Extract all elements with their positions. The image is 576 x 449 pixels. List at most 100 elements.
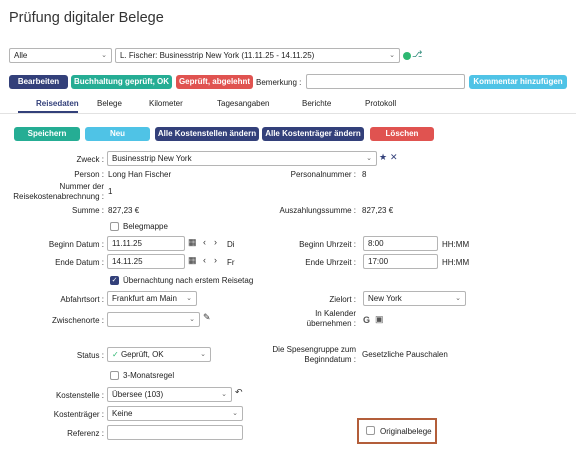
filter-select[interactable]: Alle ⌄ [9,48,112,63]
tree-icon[interactable]: ⎇ [412,49,422,60]
original-receipts-checkbox[interactable] [366,426,375,435]
chevron-down-icon: ⌄ [221,391,227,398]
start-date-input[interactable]: 11.11.25 [107,236,185,251]
purpose-label: Zweck : [76,155,104,164]
overnight-checkbox[interactable]: ✓ [110,276,119,285]
expense-no-label-1: Nummer der [59,182,104,191]
end-date-input[interactable]: 14.11.25 [107,254,185,269]
status-dot-icon [403,52,411,60]
trip-select-value: L. Fischer: Businesstrip New York (11.11… [120,51,315,60]
tab-berichte[interactable]: Berichte [302,99,331,108]
end-time-input[interactable]: 17:00 [363,254,438,269]
stopovers-label: Zwischenorte : [51,316,104,325]
filter-select-value: Alle [14,51,28,60]
start-time-input[interactable]: 8:00 [363,236,438,251]
overnight-label: Übernachtung nach erstem Reisetag [123,276,254,285]
outlook-calendar-icon[interactable]: ▣ [375,314,384,325]
remark-input[interactable] [306,74,465,89]
tab-reisedaten[interactable]: Reisedaten [36,99,79,108]
chevron-right-icon[interactable]: › [214,237,217,247]
destination-select[interactable]: New York ⌄ [363,291,466,306]
chevron-down-icon: ⌄ [101,52,107,59]
end-date-label: Ende Datum : [55,258,104,267]
expense-group-label-2: Beginndatum : [304,355,356,364]
chevron-down-icon: ⌄ [455,295,461,302]
new-button[interactable]: Neu [85,127,150,141]
change-cost-bearers-button[interactable]: Alle Kostenträger ändern [262,127,364,141]
cost-bearer-label: Kostenträger : [53,410,104,419]
payout-value: 827,23 € [362,206,394,215]
calendar-icon[interactable]: ▦ [188,237,197,248]
change-cost-centers-button[interactable]: Alle Kostenstellen ändern [155,127,259,141]
reference-label: Referenz : [67,429,104,438]
save-button[interactable]: Speichern [14,127,80,141]
expense-no-label-2: Reisekostenabrechnung : [13,192,104,201]
start-weekday: Di [227,240,235,249]
reference-input[interactable] [107,425,243,440]
payout-label: Auszahlungssumme : [279,206,356,215]
receipt-folder-checkbox[interactable] [110,222,119,231]
calendar-label-2: übernehmen : [306,319,356,328]
personnel-no-value: 8 [362,170,367,179]
cost-bearer-select[interactable]: Keine ⌄ [107,406,243,421]
end-time-format: HH:MM [442,258,470,267]
star-icon[interactable]: ★ [379,152,387,163]
three-month-rule-checkbox[interactable] [110,371,119,380]
status-label: Status : [76,351,104,360]
calendar-label-1: In Kalender [315,309,356,318]
tab-protokoll[interactable]: Protokoll [365,99,396,108]
status-select[interactable]: ✓ Geprüft, OK ⌄ [107,347,211,362]
departure-label: Abfahrtsort : [60,295,104,304]
sum-label: Summe : [71,206,104,215]
end-time-label: Ende Uhrzeit : [305,258,356,267]
delete-button[interactable]: Löschen [370,127,434,141]
chevron-left-icon[interactable]: ‹ [203,237,206,247]
expense-group-label-1: Die Spesengruppe zum [272,345,356,354]
departure-value: Frankfurt am Main [112,294,177,303]
sum-value: 827,23 € [108,206,140,215]
original-receipts-label: Originalbelege [380,427,432,436]
destination-value: New York [368,294,402,303]
end-weekday: Fr [227,258,235,267]
chevron-down-icon: ⌄ [200,351,206,358]
start-time-label: Beginn Uhrzeit : [299,240,356,249]
tab-belege[interactable]: Belege [97,99,122,108]
personnel-no-label: Personalnummer : [290,170,356,179]
purpose-select[interactable]: Businesstrip New York ⌄ [107,151,377,166]
tab-kilometer[interactable]: Kilometer [149,99,183,108]
start-date-label: Beginn Datum : [48,240,104,249]
chevron-down-icon: ⌄ [389,52,395,59]
pencil-icon[interactable]: ✎ [203,312,211,323]
person-value: Long Han Fischer [108,170,172,179]
reject-button[interactable]: Geprüft, abgelehnt [176,75,253,89]
expense-no-value: 1 [108,187,113,196]
tab-tagesangaben[interactable]: Tagesangaben [217,99,270,108]
calendar-icon[interactable]: ▦ [188,255,197,266]
add-comment-button[interactable]: Kommentar hinzufügen [469,75,567,89]
receipt-folder-label: Belegmappe [123,222,168,231]
tab-divider [0,113,576,114]
start-time-format: HH:MM [442,240,470,249]
undo-icon[interactable]: ↶ [235,387,243,398]
purpose-value: Businesstrip New York [112,154,192,163]
chevron-down-icon: ⌄ [189,316,195,323]
cost-bearer-value: Keine [112,409,133,418]
approve-button[interactable]: Buchhaltung geprüft, OK [71,75,172,89]
google-calendar-icon[interactable]: G [363,315,370,325]
expense-group-value: Gesetzliche Pauschalen [362,350,448,359]
cost-center-label: Kostenstelle : [55,391,104,400]
chevron-right-icon[interactable]: › [214,255,217,265]
page-title: Prüfung digitaler Belege [9,10,164,26]
status-value: Geprüft, OK [120,350,164,359]
remark-label: Bemerkung : [256,78,302,87]
departure-select[interactable]: Frankfurt am Main ⌄ [107,291,197,306]
trip-select[interactable]: L. Fischer: Businesstrip New York (11.11… [115,48,400,63]
edit-button[interactable]: Bearbeiten [9,75,68,89]
stopovers-select[interactable]: ⌄ [107,312,200,327]
cost-center-select[interactable]: Übersee (103) ⌄ [107,387,232,402]
three-month-rule-label: 3-Monatsregel [123,371,175,380]
chevron-down-icon: ⌄ [232,410,238,417]
close-icon[interactable]: ✕ [390,152,398,163]
chevron-left-icon[interactable]: ‹ [203,255,206,265]
person-label: Person : [74,170,104,179]
